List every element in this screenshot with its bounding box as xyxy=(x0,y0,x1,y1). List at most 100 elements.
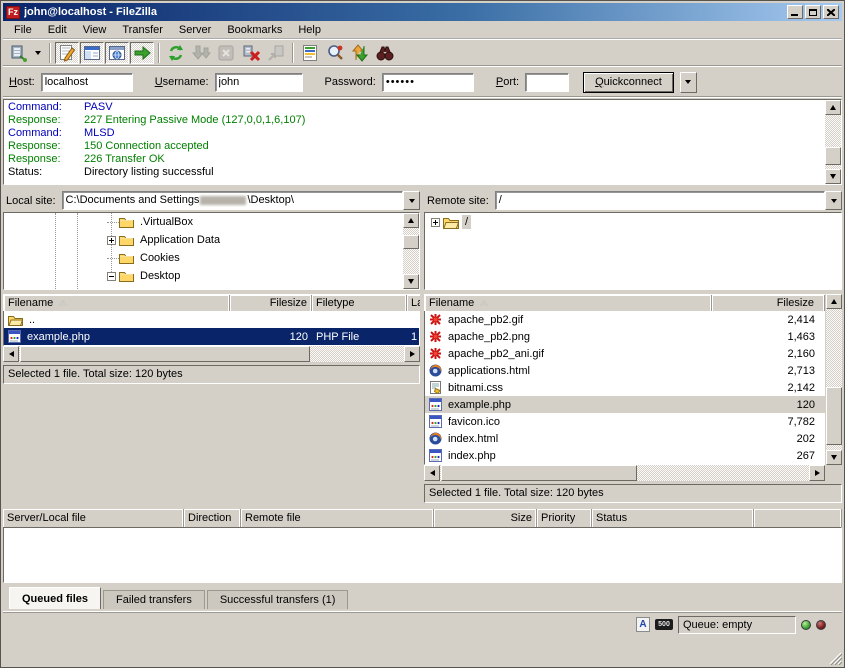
local-site-label: Local site: xyxy=(3,192,62,210)
tab-successful-transfers[interactable]: Successful transfers (1) xyxy=(207,590,349,609)
local-site-dropdown-button[interactable] xyxy=(403,191,420,210)
disconnect-button[interactable] xyxy=(239,42,263,64)
file-row[interactable]: favicon.ico 7,782 xyxy=(425,413,825,430)
menu-view[interactable]: View xyxy=(76,22,114,38)
cancel-button[interactable] xyxy=(214,42,238,64)
username-input[interactable] xyxy=(215,73,303,92)
tree-connector xyxy=(107,258,119,259)
scrollbar-thumb[interactable] xyxy=(403,235,419,249)
tree-item-root[interactable]: / xyxy=(425,213,841,231)
tree-item-application-data[interactable]: Application Data xyxy=(4,231,419,249)
menu-bookmarks[interactable]: Bookmarks xyxy=(220,22,289,38)
file-row-example-php[interactable]: example.php 120 PHP File 1 xyxy=(4,328,419,345)
scroll-left-button[interactable] xyxy=(3,346,19,362)
scroll-up-button[interactable] xyxy=(825,100,841,115)
scroll-up-button[interactable] xyxy=(403,213,419,228)
file-row[interactable]: index.php 267 xyxy=(425,447,825,464)
column-header-status[interactable]: Status xyxy=(592,509,754,527)
toggle-remote-tree-button[interactable] xyxy=(105,42,129,64)
find-files-button[interactable] xyxy=(373,42,397,64)
file-row[interactable]: applications.html 2,713 xyxy=(425,362,825,379)
column-header-server-local-file[interactable]: Server/Local file xyxy=(3,509,184,527)
menu-edit[interactable]: Edit xyxy=(41,22,74,38)
host-input[interactable] xyxy=(41,73,133,92)
synchronized-browsing-button[interactable] xyxy=(348,42,372,64)
expand-plus-icon[interactable] xyxy=(107,236,116,245)
tree-item-virtualbox[interactable]: .VirtualBox xyxy=(4,213,419,231)
scrollbar-thumb[interactable] xyxy=(826,387,842,445)
refresh-button[interactable] xyxy=(164,42,188,64)
remote-vertical-scrollbar[interactable] xyxy=(825,294,842,481)
close-button[interactable] xyxy=(823,5,839,19)
reconnect-button[interactable] xyxy=(264,42,288,64)
file-row-example-php[interactable]: example.php 120 xyxy=(425,396,825,413)
redacted-username xyxy=(200,196,246,205)
queue-size-indicator: Queue: empty xyxy=(678,616,796,634)
column-header-last-modified[interactable]: Last modified xyxy=(407,295,420,311)
scroll-left-button[interactable] xyxy=(424,465,440,481)
remote-horizontal-scrollbar[interactable] xyxy=(424,465,825,481)
local-horizontal-scrollbar[interactable] xyxy=(3,346,420,362)
scroll-right-button[interactable] xyxy=(809,465,825,481)
directory-comparison-button[interactable] xyxy=(323,42,347,64)
menu-help[interactable]: Help xyxy=(291,22,328,38)
scrollbar-thumb[interactable] xyxy=(825,147,841,165)
collapse-minus-icon[interactable] xyxy=(107,272,116,281)
site-manager-dropdown-button[interactable] xyxy=(31,42,45,64)
tab-queued-files[interactable]: Queued files xyxy=(9,587,101,609)
directory-filters-button[interactable] xyxy=(298,42,322,64)
site-manager-button[interactable] xyxy=(6,42,30,64)
speed-limits-icon[interactable]: 500 xyxy=(655,619,673,630)
tree-item-cookies[interactable]: Cookies xyxy=(4,249,419,267)
local-site-combobox[interactable]: C:\Documents and Settings\Desktop\ xyxy=(62,191,420,210)
column-header-filetype[interactable]: Filetype xyxy=(312,295,407,311)
maximize-button[interactable] xyxy=(805,5,821,19)
file-row[interactable]: bitnami.css 2,142 xyxy=(425,379,825,396)
scroll-up-button[interactable] xyxy=(826,294,842,309)
transfer-queue-body[interactable] xyxy=(3,527,842,583)
quickconnect-button[interactable]: Quickconnect xyxy=(583,72,674,93)
column-header-priority[interactable]: Priority xyxy=(537,509,592,527)
port-input[interactable] xyxy=(525,73,569,92)
toggle-local-tree-button[interactable] xyxy=(80,42,104,64)
menu-transfer[interactable]: Transfer xyxy=(115,22,170,38)
column-header-filename[interactable]: Filename xyxy=(4,295,230,311)
tab-failed-transfers[interactable]: Failed transfers xyxy=(103,590,205,609)
ascii-transfer-type-icon[interactable]: A xyxy=(636,617,650,632)
column-header-filesize[interactable]: Filesize xyxy=(712,295,825,311)
remote-site-row: Remote site: / xyxy=(424,190,842,211)
remote-site-dropdown-button[interactable] xyxy=(825,191,842,210)
scroll-down-button[interactable] xyxy=(825,169,841,184)
file-row[interactable]: apache_pb2.gif 2,414 xyxy=(425,311,825,328)
scrollbar-thumb[interactable] xyxy=(20,346,310,362)
sort-ascending-icon xyxy=(480,300,488,306)
menu-server[interactable]: Server xyxy=(172,22,218,38)
remote-site-combobox[interactable]: / xyxy=(495,191,842,210)
scroll-right-button[interactable] xyxy=(404,346,420,362)
column-header-direction[interactable]: Direction xyxy=(184,509,241,527)
log-vertical-scrollbar[interactable] xyxy=(825,100,841,184)
scroll-down-button[interactable] xyxy=(403,274,419,289)
toggle-queue-button[interactable] xyxy=(130,42,154,64)
tree-item-desktop[interactable]: Desktop xyxy=(4,267,419,285)
column-header-remote-file[interactable]: Remote file xyxy=(241,509,434,527)
minimize-button[interactable] xyxy=(787,5,803,19)
file-row[interactable]: apache_pb2_ani.gif 2,160 xyxy=(425,345,825,362)
scroll-down-button[interactable] xyxy=(826,450,842,465)
password-input[interactable] xyxy=(382,73,474,92)
title-bar[interactable]: Fz john@localhost - FileZilla xyxy=(3,3,842,21)
column-header-size[interactable]: Size xyxy=(434,509,537,527)
column-header-filename[interactable]: Filename xyxy=(425,295,712,311)
file-row-parent-dir[interactable]: .. xyxy=(4,311,419,328)
file-row[interactable]: apache_pb2.png 1,463 xyxy=(425,328,825,345)
expand-plus-icon[interactable] xyxy=(431,218,440,227)
quickconnect-dropdown-button[interactable] xyxy=(680,72,697,93)
file-row[interactable]: index.html 202 xyxy=(425,430,825,447)
process-queue-button[interactable] xyxy=(189,42,213,64)
local-tree-vertical-scrollbar[interactable] xyxy=(403,213,419,289)
toggle-message-log-button[interactable] xyxy=(55,42,79,64)
resize-grip[interactable] xyxy=(828,651,842,665)
scrollbar-thumb[interactable] xyxy=(441,465,637,481)
column-header-filesize[interactable]: Filesize xyxy=(230,295,312,311)
menu-file[interactable]: File xyxy=(7,22,39,38)
